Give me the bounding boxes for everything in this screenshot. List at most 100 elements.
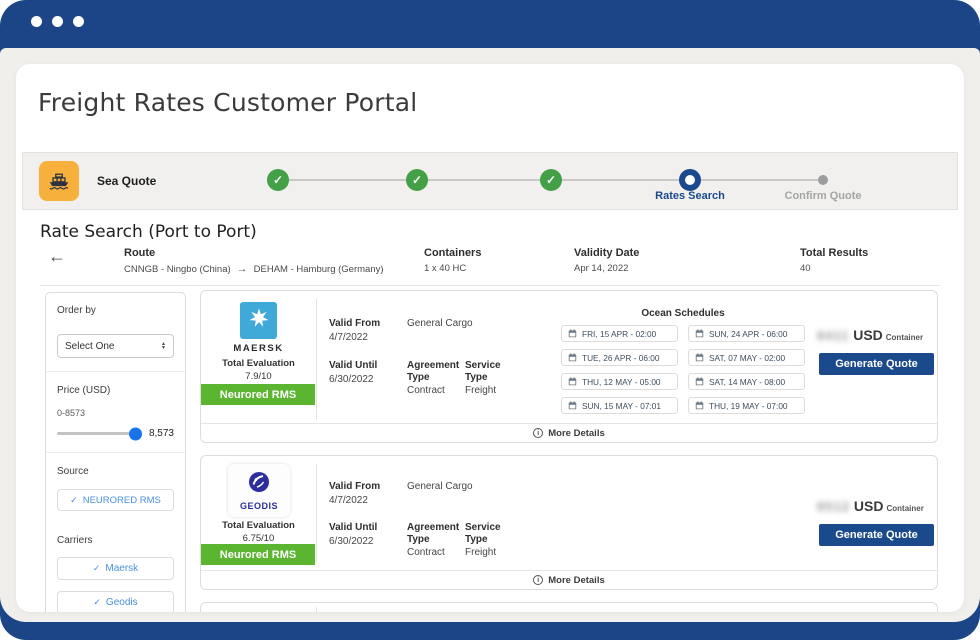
schedule-chip[interactable]: THU, 19 MAY - 07:00 xyxy=(688,397,805,414)
source-badge: Neurored RMS xyxy=(201,384,315,405)
route-label: Route xyxy=(124,247,384,259)
rate-card-maersk: MAERSK Total Evaluation 7.9/10 Neurored … xyxy=(200,290,938,443)
valid-from-value: 4/7/2022 xyxy=(329,495,368,506)
ocean-schedules: Ocean Schedules FRI, 15 APR - 02:00 TUE,… xyxy=(561,308,805,414)
price-range-label: 0-8573 xyxy=(57,408,174,418)
schedule-chip[interactable]: TUE, 26 APR - 06:00 xyxy=(561,349,678,366)
valid-until-value: 6/30/2022 xyxy=(329,536,374,547)
price-currency: USD xyxy=(853,327,883,343)
info-icon: i xyxy=(533,575,543,585)
order-by-selected-value: Select One xyxy=(65,341,114,352)
service-type-value: Freight xyxy=(465,385,496,396)
step-current-rates-search[interactable] xyxy=(679,169,701,191)
quote-stepper: Sea Quote ✓ ✓ ✓ Rates Search Confirm Quo… xyxy=(22,152,958,210)
geodis-emblem-icon xyxy=(247,470,271,499)
calendar-icon xyxy=(695,377,704,386)
valid-until-value: 6/30/2022 xyxy=(329,374,374,385)
valid-from-value: 4/7/2022 xyxy=(329,332,368,343)
agreement-type-label: Agreement Type xyxy=(407,522,465,546)
calendar-icon xyxy=(695,329,704,338)
step-todo-confirm-quote xyxy=(818,175,828,185)
filter-divider xyxy=(46,371,185,372)
calendar-icon xyxy=(695,353,704,362)
step-label-rates-search: Rates Search xyxy=(655,190,725,202)
summary-containers: Containers 1 x 40 HC xyxy=(424,247,481,274)
price: 8512 USD Container xyxy=(817,498,924,514)
schedule-chip[interactable]: SAT, 14 MAY - 08:00 xyxy=(688,373,805,390)
carrier-filter-geodis[interactable]: ✓ Geodis xyxy=(57,591,174,612)
portal-page: Freight Rates Customer Portal Sea Quote … xyxy=(16,64,964,612)
maersk-star-icon xyxy=(246,305,272,336)
card-column-divider xyxy=(316,464,317,562)
summary-route: Route CNNGB - Ningbo (China) → DEHAM - H… xyxy=(124,247,384,275)
valid-from-label: Valid From xyxy=(329,481,380,493)
window-control-dot[interactable] xyxy=(73,16,84,27)
total-results-value: 40 xyxy=(800,263,868,274)
cargo-type: General Cargo xyxy=(407,318,473,329)
ocean-schedules-title: Ocean Schedules xyxy=(561,308,805,319)
step-done-icon: ✓ xyxy=(267,169,289,191)
evaluation-label: Total Evaluation xyxy=(201,520,316,531)
window-controls xyxy=(31,16,84,27)
sea-quote-tile xyxy=(39,161,79,201)
schedule-chip[interactable]: THU, 12 MAY - 05:00 xyxy=(561,373,678,390)
price-unit: Container xyxy=(886,504,923,513)
generate-quote-button[interactable]: Generate Quote xyxy=(819,524,934,546)
source-filter-neurored-rms[interactable]: ✓ NEURORED RMS xyxy=(57,489,174,511)
validity-label: Validity Date xyxy=(574,247,639,259)
more-details-button[interactable]: i More Details xyxy=(201,423,937,442)
agreement-type-value: Contract xyxy=(407,385,445,396)
rate-card-geodis: GEODIS Total Evaluation 6.75/10 Neurored… xyxy=(200,455,938,590)
sea-quote-label: Sea Quote xyxy=(97,174,156,188)
window-control-dot[interactable] xyxy=(31,16,42,27)
filter-divider xyxy=(46,452,185,453)
filters-sidebar: Order by Select One ▲ ▼ Price (USD) 0-85… xyxy=(45,292,186,612)
calendar-icon xyxy=(568,401,577,410)
evaluation-label: Total Evaluation xyxy=(201,358,316,369)
price-slider-track[interactable] xyxy=(57,432,138,435)
order-by-select[interactable]: Select One ▲ ▼ xyxy=(57,334,174,358)
more-details-button[interactable]: i More Details xyxy=(201,570,937,589)
geodis-logo: GEODIS xyxy=(228,464,290,517)
info-icon: i xyxy=(533,428,543,438)
price: 8411 USD Container xyxy=(817,327,923,343)
agreement-type-label: Agreement Type xyxy=(407,360,465,384)
schedule-chip[interactable]: SUN, 24 APR - 06:00 xyxy=(688,325,805,342)
card-column-divider xyxy=(316,607,317,612)
price-slider-handle[interactable] xyxy=(129,427,142,440)
source-badge: Neurored RMS xyxy=(201,544,315,565)
order-by-label: Order by xyxy=(57,305,174,316)
evaluation-value: 7.9/10 xyxy=(201,371,316,382)
calendar-icon xyxy=(568,377,577,386)
service-type-label: Service Type xyxy=(465,360,509,384)
window-control-dot[interactable] xyxy=(52,16,63,27)
price-unit: Container xyxy=(886,333,923,342)
calendar-icon xyxy=(568,329,577,338)
search-summary: ← Route CNNGB - Ningbo (China) → DEHAM -… xyxy=(40,246,940,286)
card-column-divider xyxy=(316,299,317,420)
schedule-chip[interactable]: SAT, 07 MAY - 02:00 xyxy=(688,349,805,366)
schedule-chip[interactable]: SUN, 15 MAY - 07:01 xyxy=(561,397,678,414)
carriers-filter-label: Carriers xyxy=(57,535,174,546)
price-filter-label: Price (USD) xyxy=(57,385,174,396)
carrier-filter-maersk[interactable]: ✓ Maersk xyxy=(57,557,174,580)
back-arrow-icon[interactable]: ← xyxy=(48,246,66,267)
cargo-type: General Cargo xyxy=(407,481,473,492)
calendar-icon xyxy=(695,401,704,410)
route-arrow-icon: → xyxy=(237,263,248,275)
step-done-icon: ✓ xyxy=(540,169,562,191)
price-slider-value: 8,573 xyxy=(149,428,174,439)
evaluation-value: 6.75/10 xyxy=(201,533,316,544)
agreement-type-value: Contract xyxy=(407,547,445,558)
valid-until-label: Valid Until xyxy=(329,360,377,372)
maersk-logo xyxy=(240,302,277,339)
generate-quote-button[interactable]: Generate Quote xyxy=(819,353,934,375)
section-heading: Rate Search (Port to Port) xyxy=(40,222,257,242)
step-done-icon: ✓ xyxy=(406,169,428,191)
containers-label: Containers xyxy=(424,247,481,259)
valid-from-label: Valid From xyxy=(329,318,380,330)
route-destination: DEHAM - Hamburg (Germany) xyxy=(254,264,384,275)
carrier-name: GEODIS xyxy=(240,501,278,511)
schedule-chip[interactable]: FRI, 15 APR - 02:00 xyxy=(561,325,678,342)
route-origin: CNNGB - Ningbo (China) xyxy=(124,264,231,275)
